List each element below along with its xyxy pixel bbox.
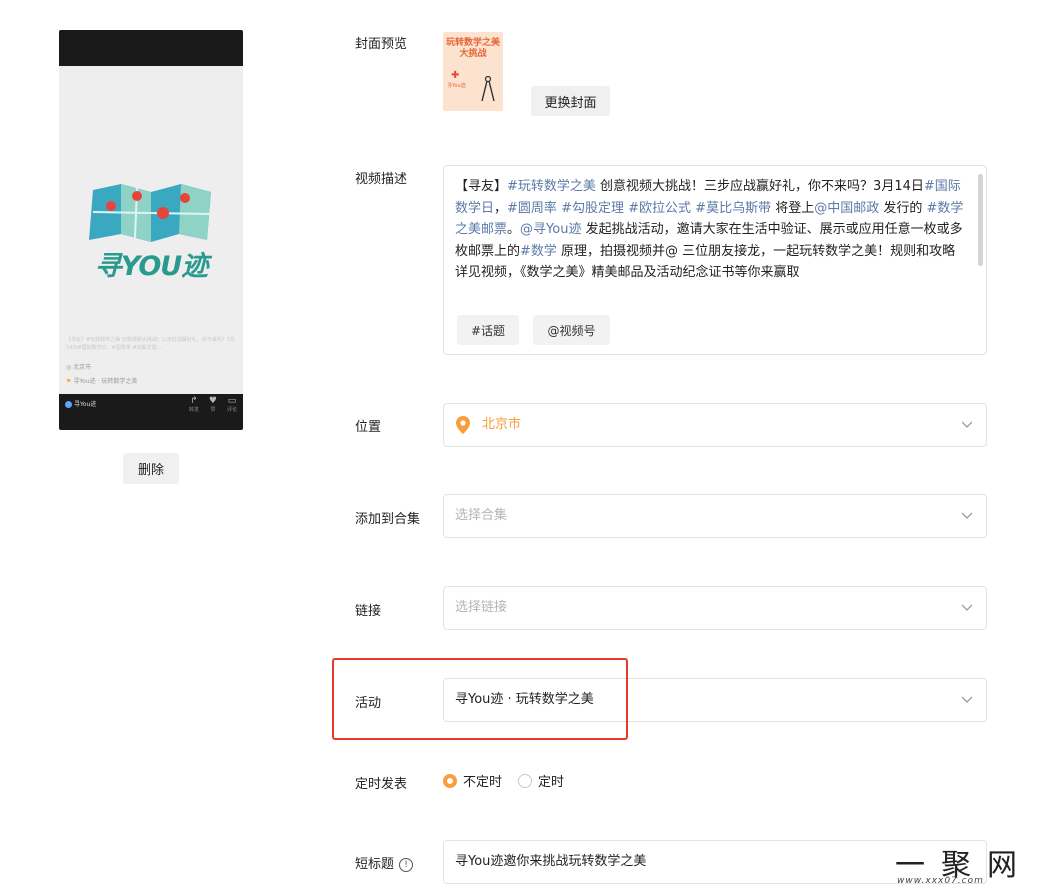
location-value: 北京市 xyxy=(482,417,522,432)
cover-thumb-small: 寻You迹 xyxy=(447,83,466,89)
schedule-label: 定时发表 xyxy=(355,777,408,792)
cover-thumbnail: 玩转数学之美 大挑战 ✚ 寻You迹 xyxy=(443,32,503,111)
cover-label: 封面预览 xyxy=(355,37,408,52)
preview-top-bar xyxy=(59,30,243,66)
radio-not-scheduled-label: 不定时 xyxy=(463,775,503,790)
gift-icon: ✚ xyxy=(451,70,460,81)
comment-icon: ▭ xyxy=(227,396,237,406)
collection-label: 添加到合集 xyxy=(355,512,421,527)
radio-scheduled[interactable]: 定时 xyxy=(518,771,564,790)
preview-actions: ↱ 转发 ♥ 赞 ▭ 评论 xyxy=(189,396,237,413)
collection-select[interactable]: 选择合集 xyxy=(443,494,987,538)
radio-scheduled-label: 定时 xyxy=(538,775,565,790)
preview-share-label: 转发 xyxy=(188,407,199,413)
add-topic-button[interactable]: #话题 xyxy=(457,315,519,345)
link-placeholder: 选择链接 xyxy=(455,600,508,615)
preview-like: ♥ 赞 xyxy=(209,396,217,413)
description-label: 视频描述 xyxy=(355,172,408,187)
description-tag[interactable]: #圆周率 xyxy=(507,201,557,216)
location-label: 位置 xyxy=(355,420,382,435)
delete-button[interactable]: 删除 xyxy=(123,453,179,484)
description-tag[interactable]: @中国邮政 xyxy=(814,201,879,216)
description-tag[interactable]: #勾股定理 xyxy=(561,201,624,216)
flag-icon: ⚑ xyxy=(66,378,72,385)
preview-location: ◎ 北京市 xyxy=(66,364,92,371)
preview-channel-name: 寻You迹 xyxy=(74,401,97,408)
link-select[interactable]: 选择链接 xyxy=(443,586,987,630)
share-icon: ↱ xyxy=(190,396,198,406)
change-cover-button[interactable]: 更换封面 xyxy=(531,86,610,116)
description-tag[interactable]: #玩转数学之美 xyxy=(507,179,596,194)
description-text[interactable]: 【寻友】#玩转数学之美 创意视频大挑战！三步应战赢好礼，你不来吗？3月14日#国… xyxy=(455,176,965,284)
info-icon[interactable]: ! xyxy=(399,857,414,872)
heart-icon: ♥ xyxy=(208,396,217,406)
chevron-down-icon xyxy=(962,512,972,519)
preview-activity-text: 寻You迹 · 玩转数学之美 xyxy=(73,378,138,385)
activity-value: 寻You迹 · 玩转数学之美 xyxy=(455,692,594,707)
radio-not-scheduled[interactable]: 不定时 xyxy=(443,771,502,790)
location-select[interactable]: 北京市 xyxy=(443,403,987,447)
chevron-down-icon xyxy=(962,696,972,703)
collection-placeholder: 选择合集 xyxy=(455,508,508,523)
preview-like-label: 赞 xyxy=(210,407,216,413)
mention-button[interactable]: @视频号 xyxy=(533,315,610,345)
chevron-down-icon xyxy=(962,604,972,611)
logo-text: 寻YOU迹 xyxy=(94,251,208,282)
preview-channel: 寻You迹 xyxy=(65,399,96,408)
preview-description: 【寻友】#玩转数学之美 创意视频大挑战！三步应战赢好礼，你不来吗？3月14日#国… xyxy=(66,337,235,351)
short-title-label-text: 短标题 xyxy=(355,857,395,872)
radio-checked-icon[interactable] xyxy=(443,773,457,788)
activity-label: 活动 xyxy=(355,696,382,711)
preview-share: ↱ 转发 xyxy=(189,396,199,413)
location-pin-icon xyxy=(456,416,470,434)
link-label: 链接 xyxy=(355,604,382,619)
description-segment: 发行的 xyxy=(879,200,927,216)
description-segment: 【寻友】 xyxy=(455,179,508,194)
video-preview: 寻YOU迹 【寻友】#玩转数学之美 创意视频大挑战！三步应战赢好礼，你不来吗？3… xyxy=(59,30,243,430)
chevron-down-icon xyxy=(962,421,972,428)
description-segment: 创意视频大挑战！三步应战赢好礼，你不来吗？3月14日 xyxy=(595,179,924,194)
preview-location-text: 北京市 xyxy=(73,364,92,371)
watermark: 一聚网 www.xxx07.com xyxy=(895,838,1035,890)
watermark-url: www.xxx07.com xyxy=(897,876,984,886)
description-segment: 将登上 xyxy=(771,200,815,216)
description-scrollbar[interactable] xyxy=(978,174,983,266)
description-tag[interactable]: #数学 xyxy=(520,244,557,259)
description-tag[interactable]: @寻You迹 xyxy=(520,222,581,237)
description-textarea[interactable]: 【寻友】#玩转数学之美 创意视频大挑战！三步应战赢好礼，你不来吗？3月14日#国… xyxy=(443,165,987,355)
preview-comment: ▭ 评论 xyxy=(227,396,237,413)
radio-unchecked-icon[interactable] xyxy=(518,773,533,788)
description-segment: 。 xyxy=(507,222,521,237)
short-title-label: 短标题! xyxy=(355,853,414,872)
description-segment: ， xyxy=(494,200,508,216)
activity-select[interactable]: 寻You迹 · 玩转数学之美 xyxy=(443,678,987,722)
channel-avatar xyxy=(65,401,72,408)
description-tag[interactable]: #欧拉公式 xyxy=(628,201,691,216)
description-tag[interactable]: #莫比乌斯带 xyxy=(695,201,771,216)
preview-comment-label: 评论 xyxy=(226,407,237,413)
schedule-radio-group: 不定时 定时 xyxy=(443,771,580,790)
preview-activity: ⚑ 寻You迹 · 玩转数学之美 xyxy=(66,376,137,385)
short-title-value[interactable]: 寻You迹邀你来挑战玩转数学之美 xyxy=(455,841,646,883)
preview-bottom-bar: 寻You迹 ↱ 转发 ♥ 赞 ▭ 评论 xyxy=(59,394,243,430)
cover-thumb-title: 玩转数学之美 大挑战 xyxy=(446,38,501,59)
compass-icon xyxy=(481,76,495,102)
